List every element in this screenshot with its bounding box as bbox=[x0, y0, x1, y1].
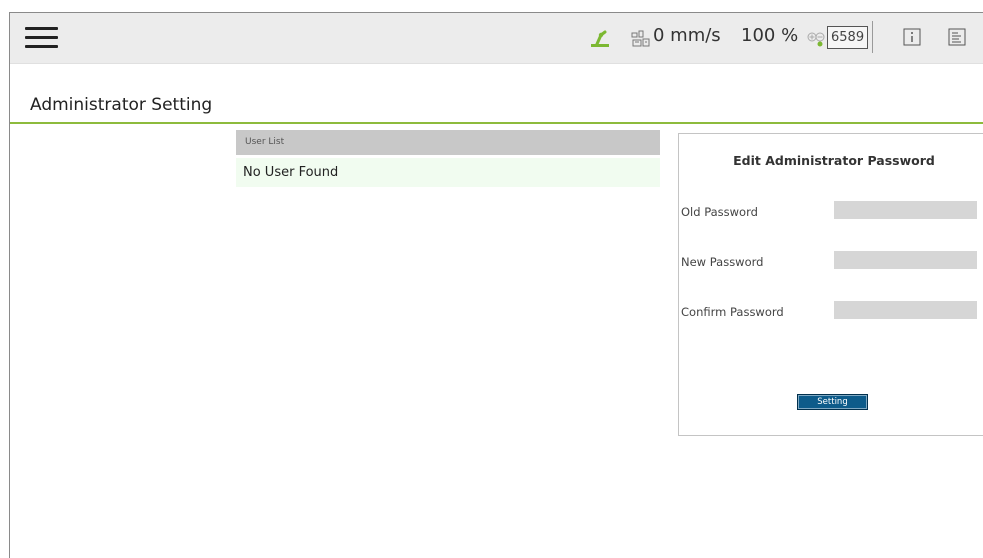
user-list: User List No User Found bbox=[236, 130, 660, 187]
menu-icon[interactable] bbox=[25, 27, 58, 49]
title-divider bbox=[10, 122, 983, 124]
setting-button[interactable]: Setting bbox=[797, 394, 868, 410]
info-icon[interactable] bbox=[903, 28, 921, 46]
old-password-field[interactable] bbox=[834, 201, 977, 219]
confirm-password-field[interactable] bbox=[834, 301, 977, 319]
edit-password-panel: Edit Administrator Password Old Password… bbox=[678, 133, 983, 436]
panel-title: Edit Administrator Password bbox=[733, 153, 935, 168]
toolbar-divider bbox=[872, 21, 873, 53]
log-icon[interactable] bbox=[948, 28, 966, 46]
confirm-password-label: Confirm Password bbox=[681, 305, 784, 319]
page-title: Administrator Setting bbox=[30, 95, 213, 115]
new-password-label: New Password bbox=[681, 255, 764, 269]
old-password-label: Old Password bbox=[681, 205, 758, 219]
counter-badge: 6589 bbox=[827, 26, 869, 49]
user-list-empty-message: No User Found bbox=[236, 158, 660, 187]
top-toolbar: 0 mm/s 100 % 6589 bbox=[10, 13, 983, 64]
speed-icon bbox=[631, 30, 650, 47]
speed-readout: 0 mm/s bbox=[653, 25, 721, 46]
user-list-header: User List bbox=[236, 130, 660, 155]
io-icon bbox=[807, 32, 825, 47]
app-window: 0 mm/s 100 % 6589 Administrator Setting bbox=[9, 12, 983, 558]
robot-arm-icon bbox=[591, 30, 609, 47]
speed-percentage: 100 % bbox=[741, 25, 799, 46]
new-password-field[interactable] bbox=[834, 251, 977, 269]
